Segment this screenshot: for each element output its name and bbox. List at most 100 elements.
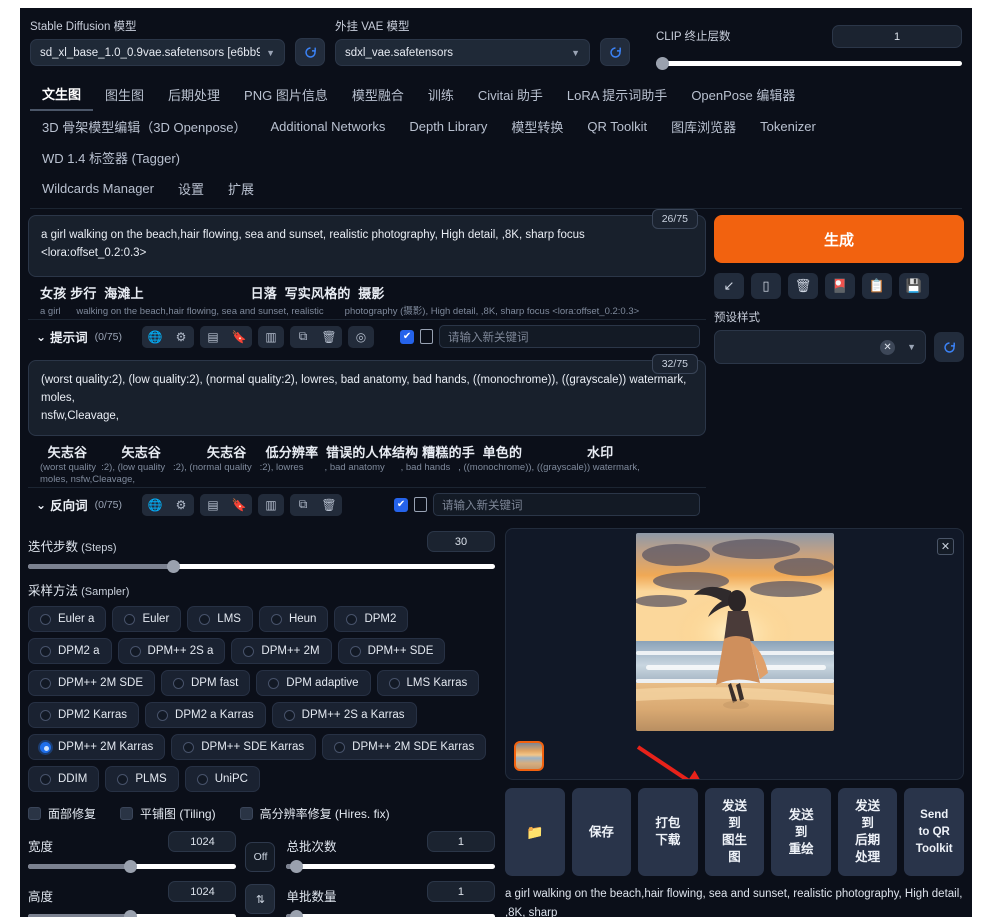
sampler-option-dpm-sde[interactable]: DPM++ SDE — [337, 638, 446, 664]
positive-keyword-input[interactable]: 请输入新关键词 — [439, 325, 700, 348]
gear-icon[interactable]: ⚙ — [168, 493, 195, 516]
book-icon[interactable]: ▥ — [258, 493, 285, 516]
sampler-option-euler-a[interactable]: Euler a — [28, 606, 107, 632]
clipboard-blank-icon[interactable]: ▯ — [751, 273, 781, 299]
swap-dimensions-button[interactable]: ⇅ — [245, 884, 276, 914]
height-value[interactable]: 1024 — [168, 881, 237, 902]
tab-civitai-helper[interactable]: Civitai 助手 — [466, 79, 555, 110]
sampler-option-dpm-adaptive[interactable]: DPM adaptive — [256, 670, 371, 696]
sampler-option-unipc[interactable]: UniPC — [184, 766, 260, 792]
paste-icon[interactable]: 📋 — [862, 273, 892, 299]
clear-x-icon[interactable]: ✕ — [880, 339, 896, 355]
sampler-option-dpm-2s-a-karras[interactable]: DPM++ 2S a Karras — [271, 702, 417, 728]
gallery-thumbnail[interactable] — [513, 741, 544, 771]
tab-extras[interactable]: 后期处理 — [156, 79, 232, 110]
restore-faces-checkbox[interactable]: 面部修复 — [28, 805, 96, 822]
negative-keyword-box-icon[interactable] — [414, 497, 428, 512]
clip-skip-value[interactable]: 1 — [832, 25, 962, 48]
sampler-option-dpm2-karras[interactable]: DPM2 Karras — [28, 702, 140, 728]
tab-image-browser[interactable]: 图库浏览器 — [659, 111, 748, 142]
clip-skip-slider[interactable] — [656, 57, 962, 70]
tab-wildcards-manager[interactable]: Wildcards Manager — [30, 175, 166, 202]
refresh-styles-button[interactable] — [934, 332, 964, 362]
save-button[interactable]: 保存 — [571, 788, 632, 876]
steps-value[interactable]: 30 — [426, 531, 495, 552]
bookmark-icon[interactable]: 🔖 — [226, 325, 253, 348]
chevron-down-icon[interactable]: ▼ — [907, 342, 916, 352]
globe-icon[interactable]: 🌐 — [142, 493, 169, 516]
tab-additional-networks[interactable]: Additional Networks — [258, 113, 397, 140]
positive-prompt-input[interactable]: a girl walking on the beach,hair flowing… — [28, 215, 706, 277]
send-to-img2img-button[interactable]: 发送 到 图生 图 — [704, 788, 765, 876]
generated-image[interactable] — [635, 533, 834, 731]
negative-keyword-input[interactable]: 请输入新关键词 — [433, 493, 700, 516]
trash-icon[interactable]: 🗑 — [316, 325, 343, 348]
sampler-option-dpm2[interactable]: DPM2 — [334, 606, 409, 632]
tab-model-converter[interactable]: 模型转换 — [499, 111, 575, 142]
sampler-option-heun[interactable]: Heun — [258, 606, 329, 632]
vae-model-dropdown[interactable]: sdxl_vae.safetensors ▼ — [335, 39, 590, 66]
spiral-icon[interactable]: ◎ — [348, 325, 375, 348]
tab-img2img[interactable]: 图生图 — [93, 79, 156, 110]
positive-keyword-checkbox[interactable]: ✔ — [400, 329, 415, 344]
negative-toolbar-title[interactable]: ⌄ 反向词 (0/75) — [36, 495, 122, 514]
positive-keyword-box-icon[interactable] — [420, 329, 434, 344]
batch-count-value[interactable]: 1 — [426, 831, 495, 852]
copy-icon[interactable]: ⧉ — [290, 325, 317, 348]
tab-tokenizer[interactable]: Tokenizer — [748, 113, 828, 140]
sd-model-dropdown[interactable]: sd_xl_base_1.0_0.9vae.safetensors [e6bb9… — [30, 39, 285, 66]
tab-qr-toolkit[interactable]: QR Toolkit — [575, 113, 659, 140]
tab-wd-tagger[interactable]: WD 1.4 标签器 (Tagger) — [30, 142, 192, 173]
sampler-option-lms-karras[interactable]: LMS Karras — [376, 670, 480, 696]
refresh-vae-button[interactable] — [600, 38, 630, 66]
tab-openpose-editor[interactable]: OpenPose 编辑器 — [679, 79, 807, 110]
zip-download-button[interactable]: 打包 下载 — [638, 788, 698, 876]
send-to-inpaint-button[interactable]: 发送 到 重绘 — [771, 788, 831, 876]
width-slider[interactable] — [28, 860, 237, 873]
list-icon[interactable]: ▤ — [200, 325, 227, 348]
refresh-models-button[interactable] — [295, 38, 325, 66]
tab-train[interactable]: 训练 — [416, 79, 466, 110]
positive-toolbar-title[interactable]: ⌄ 提示词 (0/75) — [36, 327, 122, 346]
sampler-option-dpm-fast[interactable]: DPM fast — [161, 670, 251, 696]
sampler-option-plms[interactable]: PLMS — [105, 766, 179, 792]
send-to-extras-button[interactable]: 发送 到 后期 处理 — [837, 788, 898, 876]
tab-png-info[interactable]: PNG 图片信息 — [232, 79, 340, 110]
tab-3d-openpose[interactable]: 3D 骨架模型编辑（3D Openpose） — [30, 111, 258, 142]
steps-slider[interactable] — [28, 560, 495, 573]
list-icon[interactable]: ▤ — [200, 493, 227, 516]
arrow-down-left-icon[interactable]: ↙ — [714, 273, 744, 299]
book-icon[interactable]: ▥ — [258, 325, 285, 348]
aspect-lock-toggle[interactable]: Off — [245, 842, 276, 872]
sampler-option-lms[interactable]: LMS — [187, 606, 253, 632]
tab-checkpoint-merger[interactable]: 模型融合 — [340, 79, 416, 110]
sampler-option-dpm2-a-karras[interactable]: DPM2 a Karras — [145, 702, 266, 728]
width-value[interactable]: 1024 — [168, 831, 237, 852]
tiling-checkbox[interactable]: 平铺图 (Tiling) — [120, 805, 216, 822]
bookmark-icon[interactable]: 🔖 — [226, 493, 253, 516]
sampler-option-dpm-2s-a[interactable]: DPM++ 2S a — [117, 638, 226, 664]
card-icon[interactable]: 🎴 — [825, 273, 855, 299]
tab-extensions[interactable]: 扩展 — [216, 173, 266, 204]
sampler-option-dpm-sde-karras[interactable]: DPM++ SDE Karras — [171, 734, 317, 760]
batch-count-slider[interactable] — [286, 860, 495, 873]
copy-icon[interactable]: ⧉ — [290, 493, 317, 516]
close-icon[interactable]: ✕ — [937, 538, 954, 555]
sampler-option-dpm-2m-karras[interactable]: DPM++ 2M Karras — [28, 734, 166, 760]
negative-prompt-input[interactable]: (worst quality:2), (low quality:2), (nor… — [28, 360, 706, 436]
trash-icon[interactable]: 🗑 — [788, 273, 818, 299]
generate-button[interactable]: 生成 — [714, 215, 964, 263]
save-icon[interactable]: 💾 — [899, 273, 929, 299]
hires-fix-checkbox[interactable]: 高分辨率修复 (Hires. fix) — [239, 805, 390, 822]
send-to-qr-toolkit-button[interactable]: Send to QR Toolkit — [904, 788, 965, 876]
negative-keyword-checkbox[interactable]: ✔ — [394, 497, 409, 512]
tab-settings[interactable]: 设置 — [166, 173, 216, 204]
trash-icon[interactable]: 🗑 — [316, 493, 343, 516]
globe-icon[interactable]: 🌐 — [142, 325, 169, 348]
gear-icon[interactable]: ⚙ — [168, 325, 195, 348]
tab-txt2img[interactable]: 文生图 — [30, 78, 94, 111]
sampler-option-ddim[interactable]: DDIM — [28, 766, 100, 792]
sampler-option-dpm2-a[interactable]: DPM2 a — [28, 638, 112, 664]
sampler-option-dpm-2m-sde-karras[interactable]: DPM++ 2M SDE Karras — [322, 734, 487, 760]
sampler-option-dpm-2m-sde[interactable]: DPM++ 2M SDE — [28, 670, 155, 696]
